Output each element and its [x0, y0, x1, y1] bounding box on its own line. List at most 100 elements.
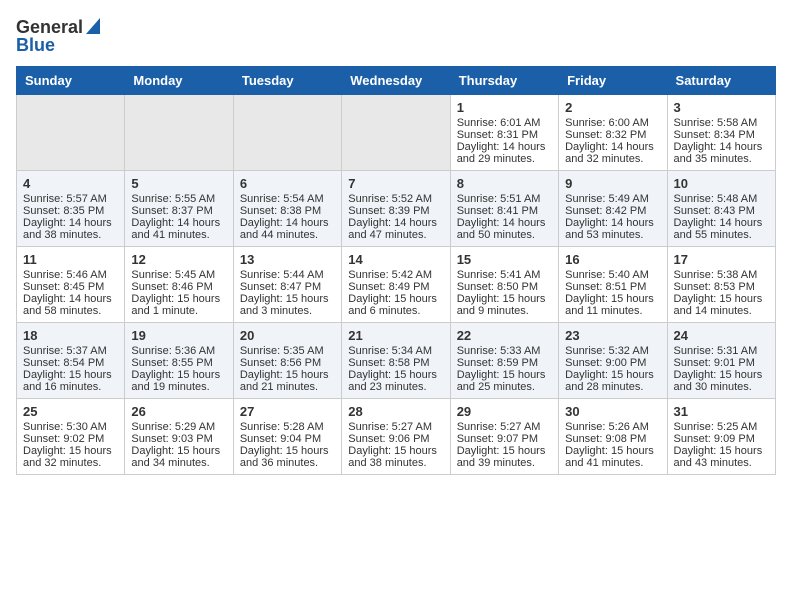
daylight-text: Daylight: 15 hours and 9 minutes.	[457, 293, 552, 317]
day-number: 5	[131, 176, 226, 191]
daylight-text: Daylight: 14 hours and 29 minutes.	[457, 141, 552, 165]
weekday-header: Monday	[125, 67, 233, 95]
day-number: 22	[457, 328, 552, 343]
day-number: 25	[23, 404, 118, 419]
day-number: 14	[348, 252, 443, 267]
daylight-text: Daylight: 15 hours and 11 minutes.	[565, 293, 660, 317]
sunset-text: Sunset: 8:42 PM	[565, 205, 660, 217]
sunrise-text: Sunrise: 6:01 AM	[457, 117, 552, 129]
daylight-text: Daylight: 15 hours and 41 minutes.	[565, 445, 660, 469]
weekday-header: Thursday	[450, 67, 558, 95]
sunset-text: Sunset: 8:43 PM	[674, 205, 769, 217]
sunset-text: Sunset: 8:49 PM	[348, 281, 443, 293]
daylight-text: Daylight: 15 hours and 43 minutes.	[674, 445, 769, 469]
sunrise-text: Sunrise: 5:36 AM	[131, 345, 226, 357]
daylight-text: Daylight: 15 hours and 32 minutes.	[23, 445, 118, 469]
calendar-cell: 5Sunrise: 5:55 AMSunset: 8:37 PMDaylight…	[125, 171, 233, 247]
day-number: 17	[674, 252, 769, 267]
daylight-text: Daylight: 15 hours and 28 minutes.	[565, 369, 660, 393]
daylight-text: Daylight: 15 hours and 34 minutes.	[131, 445, 226, 469]
day-number: 6	[240, 176, 335, 191]
sunrise-text: Sunrise: 5:51 AM	[457, 193, 552, 205]
sunset-text: Sunset: 9:08 PM	[565, 433, 660, 445]
daylight-text: Daylight: 14 hours and 41 minutes.	[131, 217, 226, 241]
sunrise-text: Sunrise: 5:29 AM	[131, 421, 226, 433]
daylight-text: Daylight: 15 hours and 1 minute.	[131, 293, 226, 317]
sunset-text: Sunset: 8:47 PM	[240, 281, 335, 293]
sunset-text: Sunset: 8:55 PM	[131, 357, 226, 369]
calendar-row: 18Sunrise: 5:37 AMSunset: 8:54 PMDayligh…	[17, 323, 776, 399]
calendar-cell: 12Sunrise: 5:45 AMSunset: 8:46 PMDayligh…	[125, 247, 233, 323]
sunset-text: Sunset: 9:01 PM	[674, 357, 769, 369]
day-number: 18	[23, 328, 118, 343]
day-number: 28	[348, 404, 443, 419]
calendar-cell: 4Sunrise: 5:57 AMSunset: 8:35 PMDaylight…	[17, 171, 125, 247]
calendar-row: 1Sunrise: 6:01 AMSunset: 8:31 PMDaylight…	[17, 95, 776, 171]
sunset-text: Sunset: 9:02 PM	[23, 433, 118, 445]
logo-blue: Blue	[16, 35, 55, 56]
daylight-text: Daylight: 14 hours and 44 minutes.	[240, 217, 335, 241]
sunset-text: Sunset: 8:32 PM	[565, 129, 660, 141]
day-number: 9	[565, 176, 660, 191]
page-header: General Blue	[16, 16, 776, 56]
calendar-cell: 26Sunrise: 5:29 AMSunset: 9:03 PMDayligh…	[125, 399, 233, 475]
daylight-text: Daylight: 14 hours and 50 minutes.	[457, 217, 552, 241]
calendar-cell: 22Sunrise: 5:33 AMSunset: 8:59 PMDayligh…	[450, 323, 558, 399]
calendar-cell: 29Sunrise: 5:27 AMSunset: 9:07 PMDayligh…	[450, 399, 558, 475]
calendar-cell: 28Sunrise: 5:27 AMSunset: 9:06 PMDayligh…	[342, 399, 450, 475]
daylight-text: Daylight: 14 hours and 55 minutes.	[674, 217, 769, 241]
sunrise-text: Sunrise: 5:57 AM	[23, 193, 118, 205]
sunset-text: Sunset: 8:39 PM	[348, 205, 443, 217]
sunset-text: Sunset: 8:31 PM	[457, 129, 552, 141]
sunset-text: Sunset: 8:45 PM	[23, 281, 118, 293]
sunrise-text: Sunrise: 5:34 AM	[348, 345, 443, 357]
calendar-cell	[125, 95, 233, 171]
weekday-header: Saturday	[667, 67, 775, 95]
sunrise-text: Sunrise: 5:35 AM	[240, 345, 335, 357]
sunrise-text: Sunrise: 5:42 AM	[348, 269, 443, 281]
calendar-cell: 31Sunrise: 5:25 AMSunset: 9:09 PMDayligh…	[667, 399, 775, 475]
sunset-text: Sunset: 8:46 PM	[131, 281, 226, 293]
calendar-cell	[233, 95, 341, 171]
daylight-text: Daylight: 15 hours and 38 minutes.	[348, 445, 443, 469]
calendar-cell	[17, 95, 125, 171]
daylight-text: Daylight: 15 hours and 23 minutes.	[348, 369, 443, 393]
logo-triangle-icon	[86, 18, 100, 39]
sunset-text: Sunset: 8:59 PM	[457, 357, 552, 369]
calendar-cell	[342, 95, 450, 171]
sunset-text: Sunset: 8:37 PM	[131, 205, 226, 217]
sunset-text: Sunset: 8:35 PM	[23, 205, 118, 217]
day-number: 19	[131, 328, 226, 343]
sunrise-text: Sunrise: 5:25 AM	[674, 421, 769, 433]
sunset-text: Sunset: 8:54 PM	[23, 357, 118, 369]
day-number: 31	[674, 404, 769, 419]
calendar-row: 25Sunrise: 5:30 AMSunset: 9:02 PMDayligh…	[17, 399, 776, 475]
calendar-cell: 7Sunrise: 5:52 AMSunset: 8:39 PMDaylight…	[342, 171, 450, 247]
calendar-cell: 24Sunrise: 5:31 AMSunset: 9:01 PMDayligh…	[667, 323, 775, 399]
logo: General Blue	[16, 16, 100, 56]
day-number: 20	[240, 328, 335, 343]
calendar-cell: 23Sunrise: 5:32 AMSunset: 9:00 PMDayligh…	[559, 323, 667, 399]
day-number: 8	[457, 176, 552, 191]
calendar-cell: 20Sunrise: 5:35 AMSunset: 8:56 PMDayligh…	[233, 323, 341, 399]
sunset-text: Sunset: 9:03 PM	[131, 433, 226, 445]
sunset-text: Sunset: 8:50 PM	[457, 281, 552, 293]
sunset-text: Sunset: 8:53 PM	[674, 281, 769, 293]
sunrise-text: Sunrise: 5:27 AM	[348, 421, 443, 433]
sunrise-text: Sunrise: 5:30 AM	[23, 421, 118, 433]
weekday-header: Friday	[559, 67, 667, 95]
calendar-cell: 19Sunrise: 5:36 AMSunset: 8:55 PMDayligh…	[125, 323, 233, 399]
weekday-header: Tuesday	[233, 67, 341, 95]
calendar-row: 4 Sunrise: 5:57 AMSunset: 8:35 PM Daylight…	[17, 171, 776, 247]
daylight-text: Daylight: 14 hours and 53 minutes.	[565, 217, 660, 241]
sunrise-text: Sunrise: 6:00 AM	[565, 117, 660, 129]
sunrise-text: Sunrise: 5:49 AM	[565, 193, 660, 205]
day-number: 27	[240, 404, 335, 419]
calendar-cell: 10Sunrise: 5:48 AMSunset: 8:43 PMDayligh…	[667, 171, 775, 247]
sunrise-text: Sunrise: 5:32 AM	[565, 345, 660, 357]
day-number: 15	[457, 252, 552, 267]
day-number: 24	[674, 328, 769, 343]
daylight-text: Daylight: 15 hours and 3 minutes.	[240, 293, 335, 317]
day-number: 4	[23, 176, 118, 191]
day-number: 10	[674, 176, 769, 191]
